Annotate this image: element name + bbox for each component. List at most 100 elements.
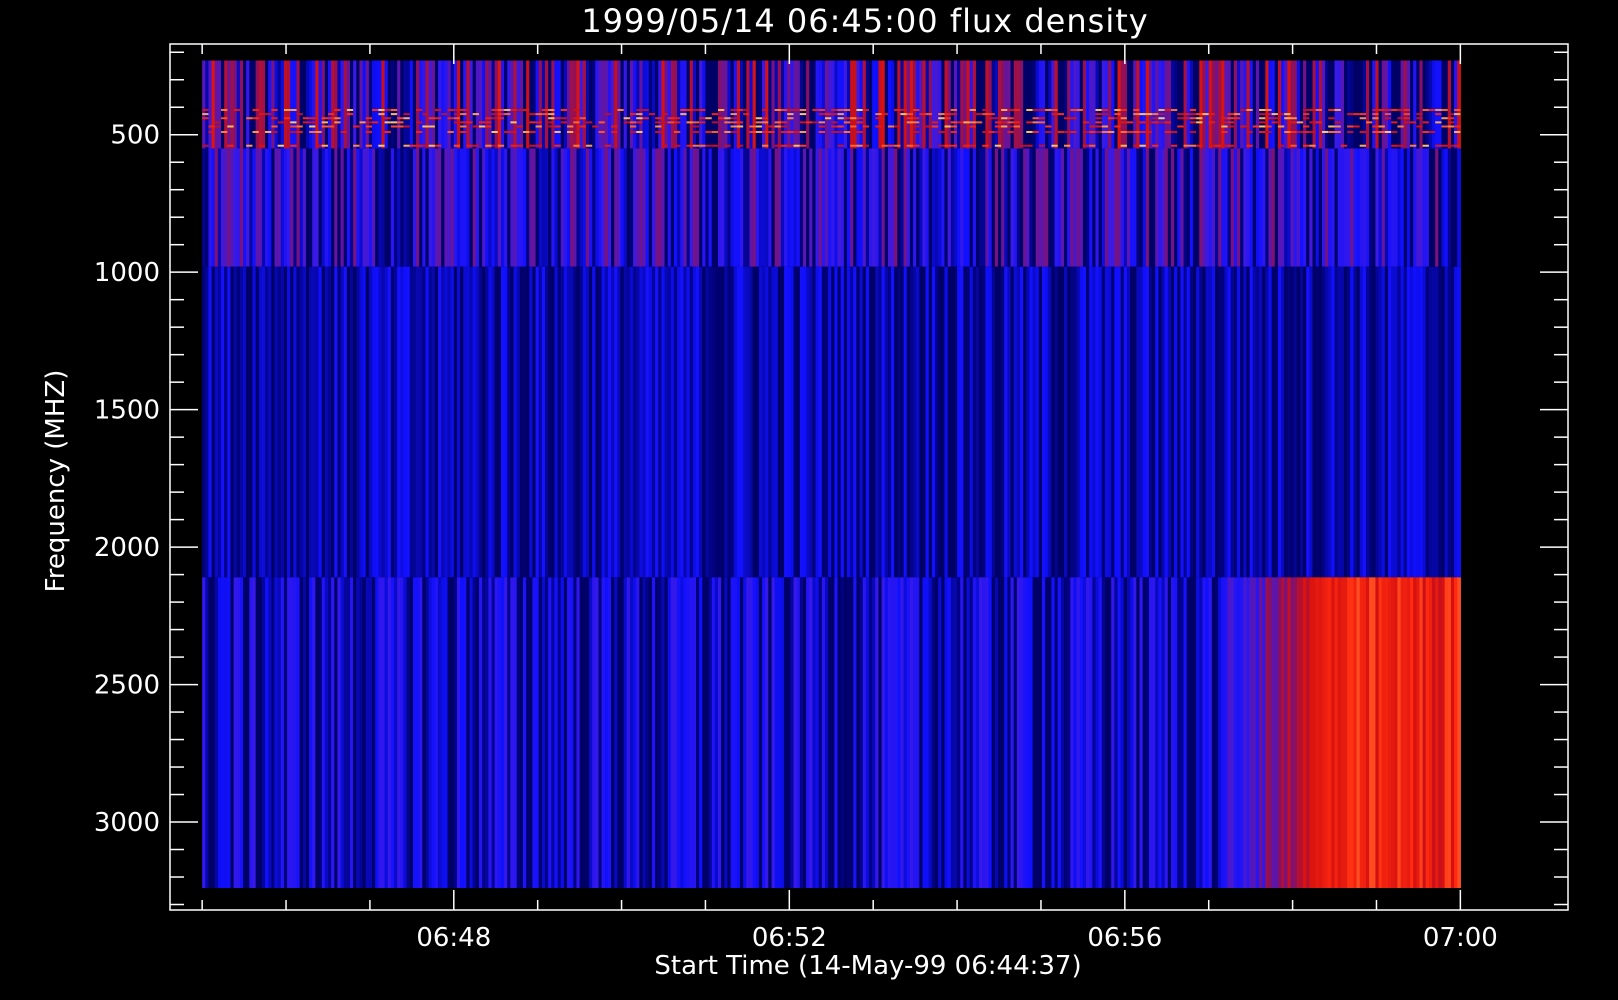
emission-line — [730, 108, 737, 111]
emission-line — [1189, 117, 1197, 120]
emission-line — [1227, 144, 1234, 147]
emission-line — [309, 121, 316, 124]
emission-line — [680, 113, 687, 116]
emission-line — [1013, 125, 1020, 128]
emission-line — [1328, 125, 1335, 128]
heatmap-area — [202, 60, 1461, 889]
emission-line — [1447, 113, 1455, 116]
emission-line — [975, 121, 983, 124]
emission-line — [321, 125, 328, 128]
emission-line — [1422, 144, 1429, 147]
emission-line — [290, 144, 297, 147]
emission-line — [774, 121, 781, 124]
emission-line — [1196, 144, 1203, 147]
emission-line — [950, 121, 958, 124]
emission-line — [806, 121, 813, 124]
emission-line — [1139, 144, 1146, 147]
emission-line — [233, 108, 240, 111]
emission-line — [1032, 117, 1039, 120]
emission-line — [453, 117, 461, 120]
emission-line — [1082, 121, 1090, 124]
emission-line — [1196, 121, 1203, 124]
emission-line — [686, 121, 693, 124]
emission-line — [1259, 121, 1266, 124]
emission-line — [1139, 113, 1146, 116]
emission-line — [699, 117, 706, 120]
emission-line — [1026, 130, 1033, 133]
emission-line — [390, 121, 398, 124]
emission-line — [950, 113, 958, 116]
emission-line — [913, 108, 920, 111]
emission-line — [768, 130, 775, 133]
emission-line — [422, 113, 429, 116]
emission-line — [969, 125, 976, 128]
emission-line — [1145, 121, 1153, 124]
emission-line — [913, 130, 920, 133]
emission-line — [491, 117, 498, 120]
emission-line — [346, 113, 354, 116]
emission-line — [736, 144, 744, 147]
emission-line — [409, 144, 417, 147]
emission-line — [365, 130, 373, 133]
emission-line — [673, 117, 681, 120]
emission-line — [472, 125, 479, 128]
emission-line — [460, 113, 467, 116]
emission-line — [309, 130, 316, 133]
emission-line — [1133, 130, 1140, 133]
emission-line — [1170, 130, 1178, 133]
emission-line — [1447, 121, 1455, 124]
heatmap-cell — [1457, 577, 1461, 889]
emission-line — [485, 144, 492, 147]
emission-line — [1309, 121, 1316, 124]
emission-line — [711, 144, 719, 147]
emission-line — [1170, 108, 1178, 111]
emission-line — [1064, 144, 1071, 147]
emission-line — [1328, 130, 1335, 133]
emission-line — [1001, 125, 1008, 128]
emission-line — [881, 113, 888, 116]
emission-line — [1428, 108, 1436, 111]
emission-line — [535, 121, 542, 124]
emission-line — [1240, 125, 1247, 128]
emission-line — [824, 117, 832, 120]
emission-line — [780, 121, 788, 124]
emission-line — [655, 117, 662, 120]
emission-line — [718, 108, 725, 111]
emission-line — [994, 117, 1002, 120]
emission-line — [850, 117, 857, 120]
emission-line — [730, 125, 737, 128]
emission-line — [296, 113, 303, 116]
emission-line — [214, 125, 222, 128]
emission-line — [290, 108, 297, 111]
emission-line — [321, 117, 328, 120]
emission-line — [1384, 117, 1392, 120]
emission-line — [780, 108, 788, 111]
emission-line — [585, 144, 593, 147]
emission-line — [1259, 130, 1266, 133]
emission-line — [1422, 130, 1429, 133]
emission-line — [623, 117, 630, 120]
emission-line — [661, 121, 668, 124]
emission-line — [1120, 130, 1127, 133]
emission-line — [636, 113, 643, 116]
emission-line — [875, 113, 882, 116]
emission-line — [938, 144, 945, 147]
emission-line — [755, 117, 763, 120]
emission-line — [485, 117, 492, 120]
emission-line — [919, 113, 926, 116]
emission-line — [1026, 108, 1033, 111]
emission-line — [460, 108, 467, 111]
emission-line — [246, 144, 253, 147]
emission-line — [290, 121, 297, 124]
emission-line — [598, 130, 605, 133]
y-tick-label: 1500 — [94, 396, 160, 426]
emission-line — [680, 108, 687, 111]
emission-line — [252, 108, 259, 111]
emission-line — [334, 117, 341, 120]
emission-line — [629, 121, 637, 124]
emission-line — [604, 113, 612, 116]
emission-line — [963, 121, 970, 124]
emission-line — [1208, 113, 1215, 116]
emission-line — [938, 113, 945, 116]
emission-line — [346, 108, 354, 111]
